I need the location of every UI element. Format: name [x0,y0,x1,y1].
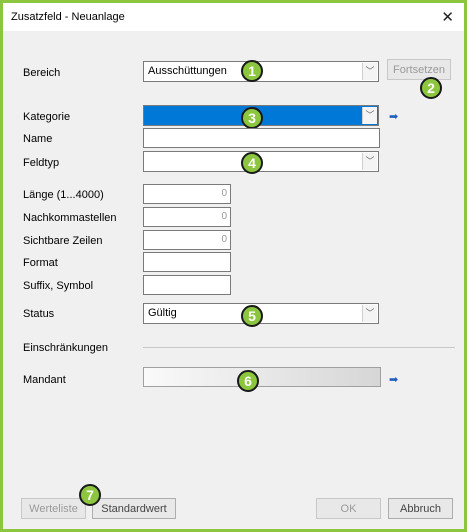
close-icon[interactable]: ✕ [441,8,454,26]
status-value: Gültig [148,307,177,319]
dialog-window: Zusatzfeld - Neuanlage ✕ Bereich Ausschü… [0,0,467,532]
pin-icon[interactable]: ➡ [389,110,398,123]
ok-button[interactable]: OK [316,498,381,519]
callout-badge-2: 2 [420,77,442,99]
window-title: Zusatzfeld - Neuanlage [11,11,125,23]
nachkommastellen-input[interactable]: 0 [143,207,231,227]
section-divider [143,347,455,348]
einschraenkungen-label: Einschränkungen [23,342,109,354]
feldtyp-label: Feldtyp [23,157,60,169]
callout-badge-1: 1 [241,60,263,82]
chevron-down-icon[interactable]: ﹀ [362,305,377,322]
sichtbare-zeilen-input[interactable]: 0 [143,230,231,250]
chevron-down-icon[interactable]: ﹀ [362,63,377,80]
name-input[interactable] [143,128,380,148]
mandant-field[interactable] [143,367,381,387]
callout-badge-3: 3 [241,107,263,129]
nachkommastellen-label: Nachkommastellen [23,212,117,224]
suffix-label: Suffix, Symbol [23,280,94,292]
werteliste-button[interactable]: Werteliste [21,498,86,519]
format-input[interactable] [143,252,231,272]
mandant-label: Mandant [23,374,66,386]
kategorie-label: Kategorie [23,111,71,123]
pin-icon[interactable]: ➡ [389,373,398,386]
callout-badge-6: 6 [237,370,259,392]
callout-badge-4: 4 [241,152,263,174]
chevron-down-icon[interactable]: ﹀ [362,153,377,170]
bereich-label: Bereich [23,67,61,79]
bereich-value: Ausschüttungen [148,65,227,77]
title-bar: Zusatzfeld - Neuanlage ✕ [3,3,464,31]
callout-badge-7: 7 [79,484,101,506]
standardwert-button[interactable]: Standardwert [92,498,176,519]
status-label: Status [23,308,55,320]
callout-badge-5: 5 [241,305,263,327]
name-label: Name [23,133,53,145]
laenge-label: Länge (1...4000) [23,189,104,201]
abbruch-button[interactable]: Abbruch [388,498,453,519]
format-label: Format [23,257,58,269]
chevron-down-icon[interactable]: ﹀ [362,107,377,124]
suffix-input[interactable] [143,275,231,295]
sichtbare-zeilen-label: Sichtbare Zeilen [23,235,103,247]
laenge-input[interactable]: 0 [143,184,231,204]
fortsetzen-button[interactable]: Fortsetzen [387,59,451,80]
